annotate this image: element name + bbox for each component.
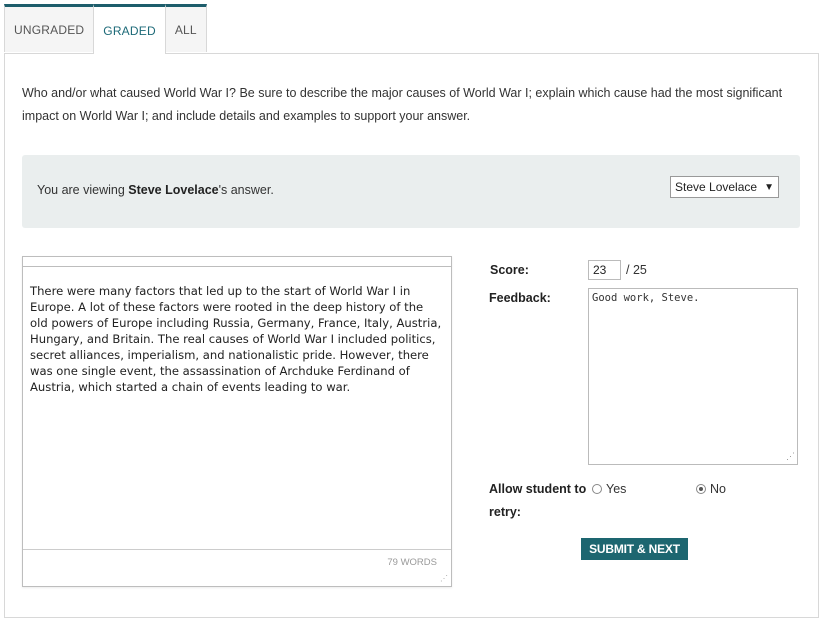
- feedback-value: Good work, Steve.: [592, 292, 700, 304]
- tab-graded[interactable]: GRADED: [93, 4, 166, 54]
- score-input[interactable]: 23: [588, 260, 621, 280]
- viewer-suffix: 's answer.: [218, 183, 274, 197]
- retry-yes-label: Yes: [606, 482, 627, 496]
- tab-ungraded-label: UNGRADED: [14, 22, 85, 37]
- answer-text: There were many factors that led up to t…: [30, 284, 442, 394]
- retry-no-radio[interactable]: No: [696, 482, 726, 496]
- radio-unchecked-icon[interactable]: [592, 484, 602, 494]
- student-select[interactable]: Steve Lovelace ▼: [670, 176, 779, 198]
- retry-label-line2: retry:: [489, 505, 521, 519]
- submit-next-button[interactable]: SUBMIT & NEXT: [581, 538, 688, 560]
- viewer-bar: You are viewing Steve Lovelace's answer.…: [22, 155, 800, 228]
- viewer-text: You are viewing Steve Lovelace's answer.: [37, 183, 274, 197]
- feedback-textarea[interactable]: Good work, Steve. ⋰: [588, 288, 798, 465]
- viewer-student-name: Steve Lovelace: [128, 183, 219, 197]
- student-select-value: Steve Lovelace: [675, 180, 758, 194]
- answer-toolbar: [23, 257, 451, 267]
- viewer-prefix: You are viewing: [37, 183, 129, 197]
- tab-graded-label: GRADED: [103, 23, 156, 38]
- grading-tabs: UNGRADED GRADED ALL: [4, 4, 207, 54]
- feedback-label: Feedback:: [489, 291, 551, 305]
- retry-yes-radio[interactable]: Yes: [592, 482, 626, 496]
- retry-label: Allow student to: [489, 482, 587, 496]
- score-label: Score:: [490, 263, 529, 277]
- tab-ungraded[interactable]: UNGRADED: [4, 4, 95, 52]
- question-prompt: Who and/or what caused World War I? Be s…: [22, 86, 783, 123]
- radio-checked-icon[interactable]: [696, 484, 706, 494]
- chevron-down-icon: ▼: [764, 181, 774, 193]
- tab-all-label: ALL: [174, 22, 197, 37]
- answer-footer: 79 WORDS ⋰: [23, 549, 451, 586]
- tab-all[interactable]: ALL: [164, 4, 207, 52]
- word-count: 79 WORDS: [387, 557, 437, 568]
- student-answer-box: There were many factors that led up to t…: [22, 256, 452, 587]
- retry-no-label: No: [710, 482, 726, 496]
- resize-grip-icon[interactable]: ⋰: [440, 575, 448, 583]
- score-max: / 25: [626, 263, 647, 277]
- textarea-resize-icon[interactable]: ⋰: [786, 453, 795, 462]
